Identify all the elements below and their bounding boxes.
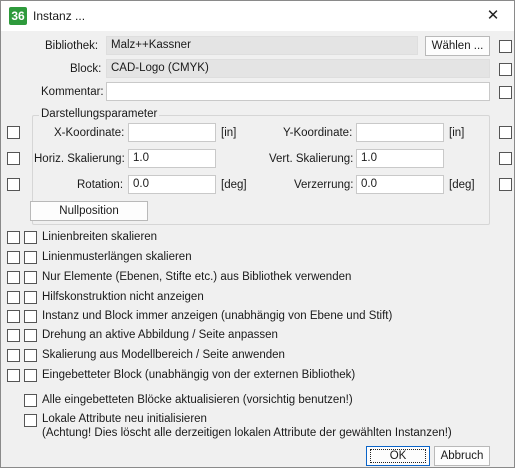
option-checkbox[interactable] (24, 310, 37, 323)
reset-attributes-checkbox[interactable] (24, 414, 37, 427)
block-checkbox[interactable] (499, 63, 512, 76)
option-label: Drehung an aktive Abbildung / Seite anpa… (42, 329, 278, 341)
window-title: Instanz ... (33, 9, 86, 23)
library-checkbox[interactable] (499, 40, 512, 53)
option-checkbox[interactable] (24, 271, 37, 284)
skew-checkbox[interactable] (499, 178, 512, 191)
skew-input[interactable]: 0.0 (356, 175, 444, 194)
reset-attributes-warning: (Achtung! Dies löscht alle derzeitigen l… (42, 427, 452, 439)
update-embedded-label: Alle eingebetteten Blöcke aktualisieren … (42, 394, 353, 406)
option-checkbox[interactable] (24, 329, 37, 342)
option-left-checkbox[interactable] (7, 271, 20, 284)
rotation-label: Rotation: (77, 179, 124, 191)
x-coordinate-label: X-Koordinate: (54, 127, 125, 139)
choose-library-button[interactable]: Wählen ... (425, 36, 490, 56)
option-label: Hilfskonstruktion nicht anzeigen (42, 291, 204, 303)
title-bar: 36 Instanz ... ✕ (1, 1, 514, 31)
option-label: Eingebetteter Block (unabhängig von der … (42, 369, 356, 381)
x-coordinate-checkbox[interactable] (7, 126, 20, 139)
skew-unit: [deg] (449, 179, 475, 191)
option-left-checkbox[interactable] (7, 231, 20, 244)
y-coordinate-input[interactable] (356, 123, 444, 142)
y-coordinate-checkbox[interactable] (499, 126, 512, 139)
horiz-scale-input[interactable]: 1.0 (128, 149, 216, 168)
comment-input[interactable] (106, 82, 490, 101)
block-label: Block: (70, 63, 102, 75)
comment-label: Kommentar: (41, 86, 104, 98)
app-icon: 36 (9, 7, 27, 25)
option-checkbox[interactable] (24, 251, 37, 264)
rotation-checkbox[interactable] (7, 178, 20, 191)
x-coordinate-unit: [in] (221, 127, 237, 139)
option-checkbox[interactable] (24, 349, 37, 362)
rotation-input[interactable]: 0.0 (128, 175, 216, 194)
y-coordinate-unit: [in] (449, 127, 465, 139)
option-left-checkbox[interactable] (7, 329, 20, 342)
option-left-checkbox[interactable] (7, 291, 20, 304)
horiz-scale-checkbox[interactable] (7, 152, 20, 165)
library-field: Malz++Kassner (106, 36, 418, 55)
option-left-checkbox[interactable] (7, 349, 20, 362)
vert-scale-input[interactable]: 1.0 (356, 149, 444, 168)
ok-button[interactable]: OK (366, 446, 430, 466)
dialog-window: 36 Instanz ... ✕ Bibliothek: Malz++Kassn… (0, 0, 515, 468)
horiz-scale-label: Horiz. Skalierung: (34, 153, 125, 165)
option-label: Nur Elemente (Ebenen, Stifte etc.) aus B… (42, 271, 352, 283)
option-label: Linienmusterlängen skalieren (42, 251, 192, 263)
reset-attributes-label: Lokale Attribute neu initialisieren (42, 413, 207, 425)
option-checkbox[interactable] (24, 231, 37, 244)
vert-scale-checkbox[interactable] (499, 152, 512, 165)
close-icon[interactable]: ✕ (478, 5, 508, 27)
option-left-checkbox[interactable] (7, 369, 20, 382)
option-left-checkbox[interactable] (7, 251, 20, 264)
option-label: Instanz und Block immer anzeigen (unabhä… (42, 310, 393, 322)
vert-scale-label: Vert. Skalierung: (269, 153, 354, 165)
x-coordinate-input[interactable] (128, 123, 216, 142)
option-checkbox[interactable] (24, 369, 37, 382)
block-field: CAD-Logo (CMYK) (106, 59, 490, 78)
option-label: Skalierung aus Modellbereich / Seite anw… (42, 349, 285, 361)
library-label: Bibliothek: (45, 40, 99, 52)
skew-label: Verzerrung: (294, 179, 354, 191)
zero-position-button[interactable]: Nullposition (30, 201, 148, 221)
rotation-unit: [deg] (221, 179, 247, 191)
update-embedded-checkbox[interactable] (24, 394, 37, 407)
option-left-checkbox[interactable] (7, 310, 20, 323)
y-coordinate-label: Y-Koordinate: (283, 127, 353, 139)
display-params-title: Darstellungsparameter (39, 108, 160, 120)
comment-checkbox[interactable] (499, 86, 512, 99)
focus-rectangle (370, 449, 426, 463)
option-checkbox[interactable] (24, 291, 37, 304)
option-label: Linienbreiten skalieren (42, 231, 158, 243)
cancel-button[interactable]: Abbruch (434, 446, 490, 466)
